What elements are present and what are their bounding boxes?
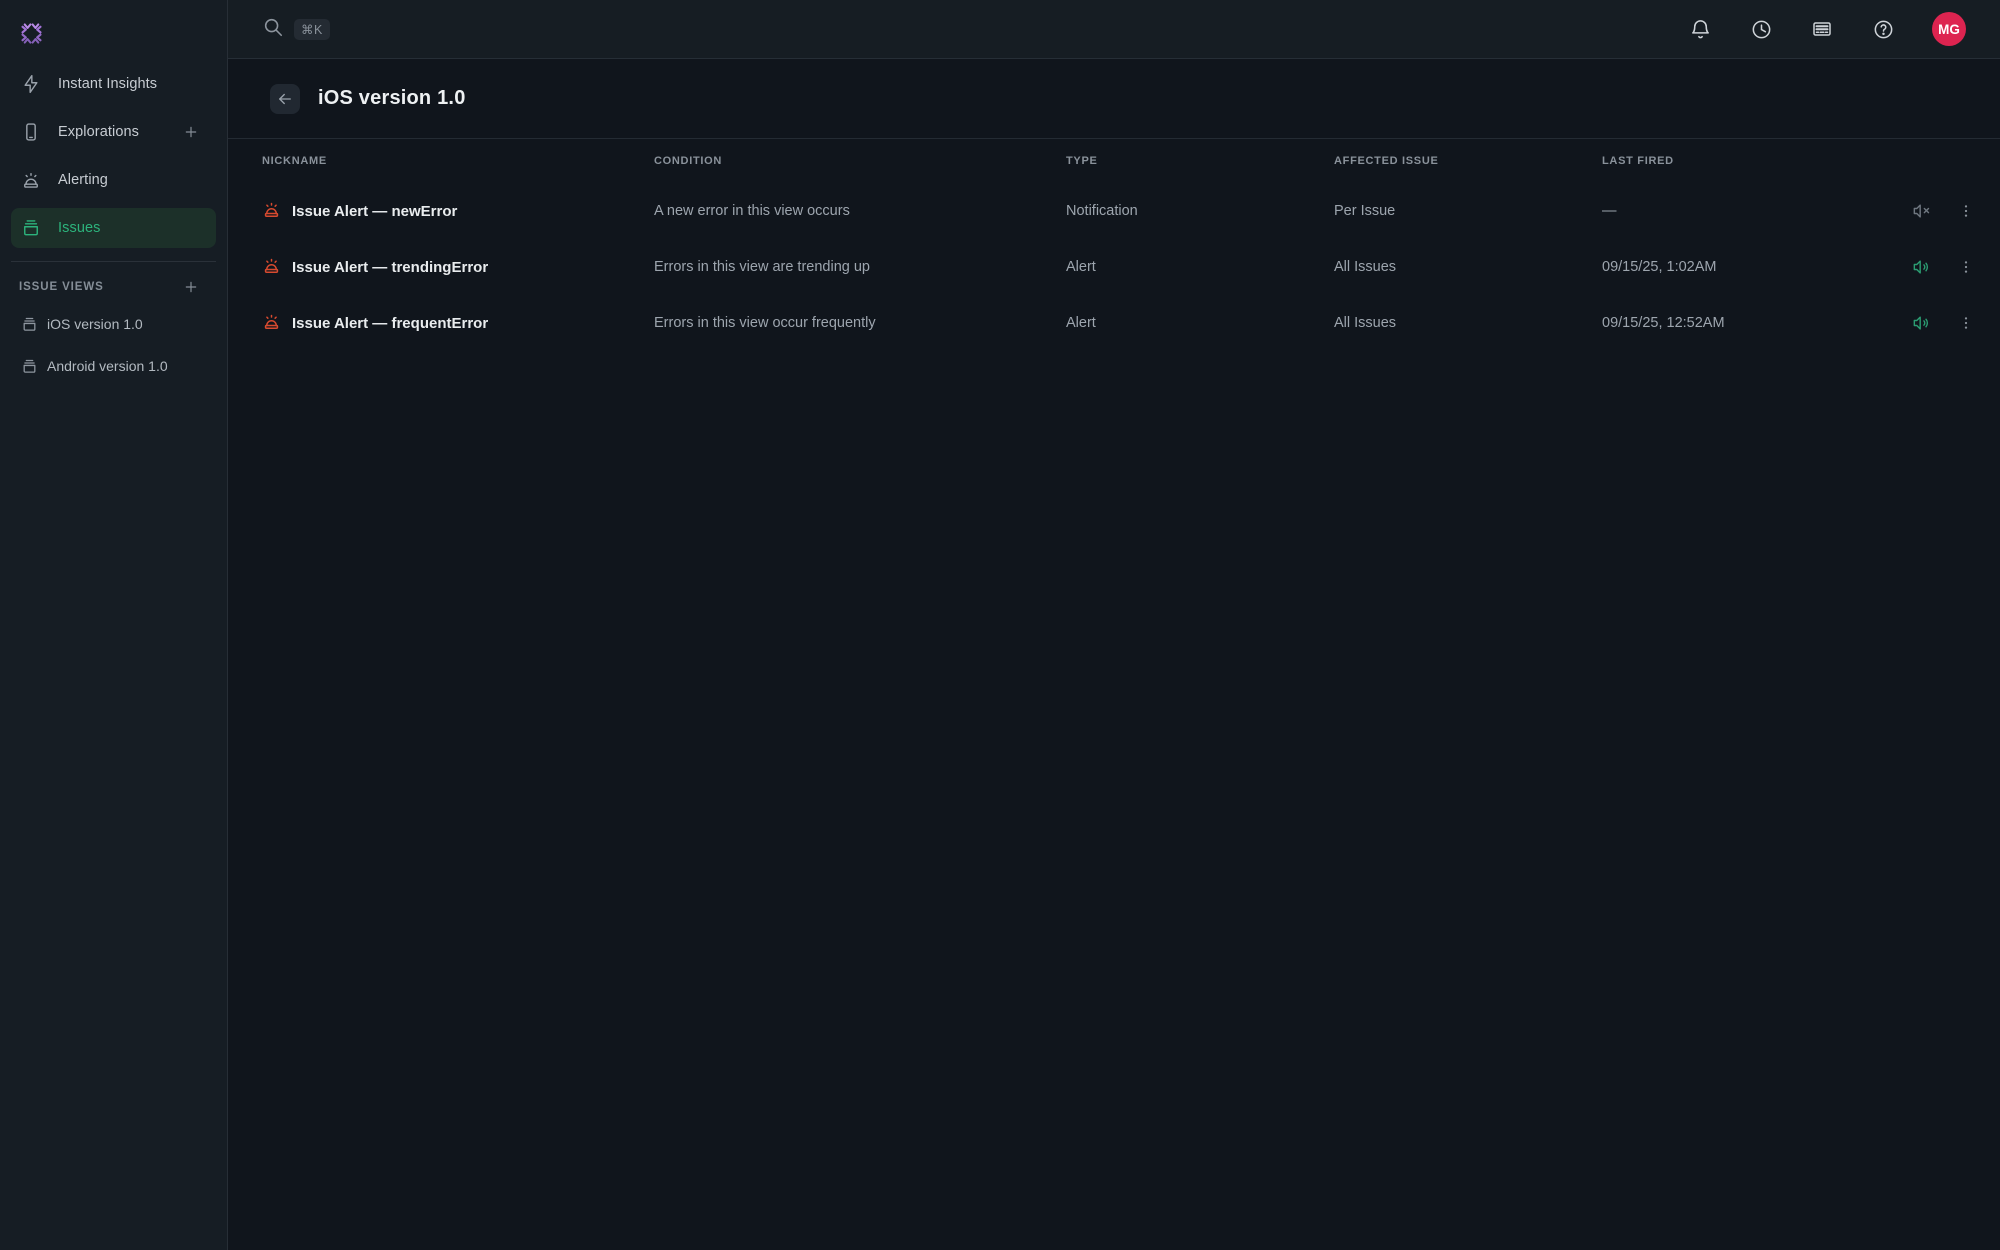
row-menu-kebab-icon[interactable] — [1958, 313, 1974, 333]
last-fired-cell: — — [1602, 203, 1846, 219]
speaker-icon[interactable] — [1911, 313, 1931, 333]
sidebar-item-explorations[interactable]: Explorations — [11, 112, 216, 152]
main-area: ⌘K MG iOS version 1.0 NICKNAME CON — [228, 0, 2000, 1250]
type-cell: Alert — [1066, 259, 1334, 275]
notifications-bell-icon[interactable] — [1688, 17, 1712, 41]
mobile-device-icon — [20, 122, 41, 143]
add-issue-view-button[interactable] — [182, 278, 200, 296]
search-shortcut-badge: ⌘K — [294, 19, 330, 40]
speaker-icon[interactable] — [1911, 257, 1931, 277]
page-header: iOS version 1.0 — [228, 59, 2000, 139]
topbar: ⌘K MG — [228, 0, 2000, 59]
user-avatar[interactable]: MG — [1932, 12, 1966, 46]
row-menu-kebab-icon[interactable] — [1958, 201, 1974, 221]
app-logo[interactable] — [0, 0, 227, 64]
table-row[interactable]: Issue Alert — frequentError Errors in th… — [262, 295, 1974, 351]
alerts-table: NICKNAME CONDITION TYPE AFFECTED ISSUE L… — [228, 139, 2000, 351]
table-header-row: NICKNAME CONDITION TYPE AFFECTED ISSUE L… — [262, 139, 1974, 183]
sidebar-item-label: Alerting — [58, 172, 200, 188]
condition-cell: Errors in this view occur frequently — [654, 315, 1066, 331]
row-controls — [1846, 257, 1974, 277]
table-row[interactable]: Issue Alert — trendingError Errors in th… — [262, 239, 1974, 295]
alert-siren-icon — [262, 200, 281, 223]
view-box-icon — [20, 357, 38, 375]
condition-cell: Errors in this view are trending up — [654, 259, 1066, 275]
row-controls — [1846, 313, 1974, 333]
condition-cell: A new error in this view occurs — [654, 203, 1066, 219]
sidebar-divider — [11, 261, 216, 262]
issues-box-icon — [20, 218, 41, 239]
type-cell: Alert — [1066, 315, 1334, 331]
sidebar-item-ios-version[interactable]: iOS version 1.0 — [11, 304, 216, 344]
plus-icon — [183, 279, 199, 295]
view-box-icon — [20, 315, 38, 333]
affected-issue-cell: All Issues — [1334, 315, 1602, 331]
nickname-cell: Issue Alert — trendingError — [262, 256, 654, 279]
sidebar-item-label: Issues — [58, 220, 200, 236]
last-fired-cell: 09/15/25, 12:52AM — [1602, 315, 1846, 331]
last-fired-cell: 09/15/25, 1:02AM — [1602, 259, 1846, 275]
sidebar-item-alerting[interactable]: Alerting — [11, 160, 216, 200]
view-item-label: iOS version 1.0 — [47, 316, 143, 332]
row-controls — [1846, 201, 1974, 221]
table-row[interactable]: Issue Alert — newError A new error in th… — [262, 183, 1974, 239]
search-icon — [262, 16, 284, 43]
alert-nickname: Issue Alert — frequentError — [292, 315, 488, 332]
type-cell: Notification — [1066, 203, 1334, 219]
column-header-last-fired: LAST FIRED — [1602, 155, 1846, 167]
alert-siren-icon — [262, 256, 281, 279]
add-exploration-button[interactable] — [182, 123, 200, 141]
row-menu-kebab-icon[interactable] — [1958, 257, 1974, 277]
lightning-icon — [20, 74, 41, 95]
sidebar-item-issues[interactable]: Issues — [11, 208, 216, 248]
plus-icon — [183, 124, 199, 140]
column-header-affected-issue: AFFECTED ISSUE — [1334, 155, 1602, 167]
speaker-muted-icon[interactable] — [1911, 201, 1931, 221]
issue-views-section-header: ISSUE VIEWS — [0, 270, 227, 304]
column-header-nickname: NICKNAME — [262, 155, 654, 167]
affected-issue-cell: All Issues — [1334, 259, 1602, 275]
starburst-logo-icon — [18, 20, 45, 47]
column-header-condition: CONDITION — [654, 155, 1066, 167]
nickname-cell: Issue Alert — newError — [262, 200, 654, 223]
view-item-label: Android version 1.0 — [47, 358, 168, 374]
sidebar-item-android-version[interactable]: Android version 1.0 — [11, 346, 216, 386]
global-search[interactable]: ⌘K — [262, 16, 330, 43]
sidebar-item-label: Explorations — [58, 124, 182, 140]
alert-nickname: Issue Alert — trendingError — [292, 259, 488, 276]
arrow-left-icon — [276, 90, 294, 108]
affected-issue-cell: Per Issue — [1334, 203, 1602, 219]
sidebar-item-label: Instant Insights — [58, 76, 200, 92]
alert-nickname: Issue Alert — newError — [292, 203, 457, 220]
column-header-type: TYPE — [1066, 155, 1334, 167]
sidebar-nav: Instant Insights Explorations Alerting I… — [0, 64, 227, 256]
keyboard-icon[interactable] — [1810, 17, 1834, 41]
sidebar: Instant Insights Explorations Alerting I… — [0, 0, 228, 1250]
help-icon[interactable] — [1871, 17, 1895, 41]
back-button[interactable] — [270, 84, 300, 114]
page-title: iOS version 1.0 — [318, 87, 466, 110]
section-label: ISSUE VIEWS — [19, 281, 104, 293]
alert-siren-icon — [262, 312, 281, 335]
topbar-actions: MG — [1688, 12, 1966, 46]
nickname-cell: Issue Alert — frequentError — [262, 312, 654, 335]
history-clock-icon[interactable] — [1749, 17, 1773, 41]
sidebar-item-instant-insights[interactable]: Instant Insights — [11, 64, 216, 104]
alarm-siren-icon — [20, 170, 41, 191]
